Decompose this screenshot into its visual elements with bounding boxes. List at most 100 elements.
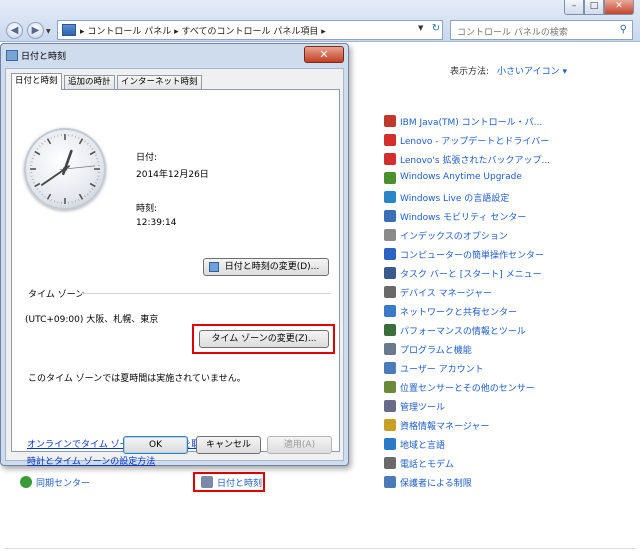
admin-tools-icon [384, 400, 396, 412]
clock-minute-tick [41, 193, 44, 196]
breadcrumb[interactable]: ▸ コントロール パネル ▸ すべてのコントロール パネル項目 ▸ [80, 24, 326, 37]
taskbar-icon [384, 267, 396, 279]
clock-minute-tick [32, 182, 35, 184]
clock-minute-tick [86, 193, 89, 196]
clock-minute-tick [41, 142, 44, 145]
address-dropdown-icon[interactable]: ▼ [418, 24, 423, 32]
time-label: 時刻: [136, 204, 158, 214]
clock-minute-tick [32, 154, 35, 156]
highlight-date-time-item [193, 472, 265, 492]
region-language-icon [384, 438, 396, 450]
clock-minute-tick [36, 188, 39, 190]
recent-pages-dropdown-icon[interactable]: ▼ [46, 28, 51, 35]
close-button[interactable]: ✕ [604, 0, 634, 15]
performance-icon [384, 324, 396, 336]
control-panel-item-label: Lenovo's 拡張されたバックアップ... [400, 156, 551, 166]
parental-controls-icon [384, 476, 396, 488]
control-panel-item-label: タスク バーと [スタート] メニュー [400, 270, 542, 280]
refresh-icon[interactable]: ↻ [428, 21, 444, 38]
date-label: 日付: [136, 153, 158, 163]
minimize-button[interactable]: – [564, 0, 584, 15]
timezone-heading: タイム ゾーン [28, 290, 85, 300]
control-panel-item-label: 資格情報マネージャー [400, 422, 490, 432]
tab-internet-time[interactable]: インターネット時刻 [117, 75, 202, 90]
divider [4, 548, 636, 549]
control-panel-item-label: 管理ツール [400, 403, 446, 413]
clock-minute-tick [44, 195, 46, 198]
clock-minute-tick [53, 135, 56, 138]
change-date-time-button[interactable]: 日付と時刻の変更(D)... [203, 258, 329, 276]
ok-button[interactable]: OK [123, 436, 188, 454]
clock-minute-tick [50, 136, 52, 139]
clock-minute-tick [31, 157, 34, 160]
sync-center-label: 同期センター [36, 479, 91, 489]
clock-minute-tick [95, 154, 98, 156]
control-panel-item-label: デバイス マネージャー [400, 289, 492, 299]
date-value: 2014年12月26日 [136, 170, 209, 180]
sync-center-icon [20, 476, 32, 488]
clock-minute-tick [84, 140, 86, 143]
clock-minute-tick [96, 178, 99, 181]
control-panel-item-label: IBM Java(TM) コントロール・パ... [400, 118, 543, 128]
view-by-dropdown[interactable]: 小さいアイコン ▾ [497, 67, 567, 77]
control-panel-item-label: Windows モビリティ センター [400, 213, 527, 223]
clock-minute-tick [31, 178, 34, 181]
user-accounts-icon [384, 362, 396, 374]
dialog-close-button[interactable]: ✕ [304, 46, 344, 63]
change-date-time-label: 日付と時刻の変更(D)... [224, 262, 320, 272]
shield-icon [209, 262, 219, 272]
clock-minute-tick [78, 136, 80, 139]
clock-minute-tick [53, 200, 56, 203]
control-panel-item-label: 電話とモデム [400, 460, 454, 470]
back-arrow-icon[interactable]: ◀ [6, 22, 23, 39]
programs-icon [384, 343, 396, 355]
clock-minute-tick [74, 135, 77, 138]
analog-clock [24, 128, 106, 210]
dialog-title: 日付と時刻 [21, 52, 67, 62]
forward-arrow-icon[interactable]: ▶ [27, 22, 44, 39]
highlight-change-timezone [192, 324, 335, 354]
windows-live-icon [384, 191, 396, 203]
view-by-label: 表示方法: [450, 67, 490, 77]
control-panel-item-label: 保護者による制限 [400, 479, 472, 489]
control-panel-item-label: Windows Anytime Upgrade [400, 172, 522, 182]
tab-date-time[interactable]: 日付と時刻 [11, 73, 62, 90]
control-panel-item-label: プログラムと機能 [400, 346, 472, 356]
control-panel-item-label: 地域と言語 [400, 441, 446, 451]
date-time-dialog: 日付と時刻 ✕ 日付と時刻 追加の時計 インターネット時刻 日付: 2014年1… [0, 43, 349, 467]
clock-hour-tick [78, 193, 84, 200]
clock-minute-tick [84, 195, 86, 198]
tab-additional-clocks[interactable]: 追加の時計 [64, 75, 115, 90]
cancel-button[interactable]: キャンセル [196, 436, 261, 454]
control-panel-item-label: Lenovo - アップデートとドライバー [400, 137, 550, 147]
clock-minute-tick [86, 142, 89, 145]
clock-minute-tick [91, 148, 94, 150]
divider [82, 293, 331, 294]
sensors-icon [384, 381, 396, 393]
apply-button[interactable]: 適用(A) [267, 436, 332, 454]
control-panel-item-label: 位置センサーとその他のセンサー [400, 384, 535, 394]
lenovo-update-icon [384, 134, 396, 146]
index-options-icon [384, 229, 396, 241]
search-input[interactable]: コントロール パネルの検索 ⚲ [450, 20, 633, 40]
search-icon[interactable]: ⚲ [620, 24, 627, 35]
dst-note: このタイム ゾーンでは夏時間は実施されていません。 [28, 374, 246, 384]
address-bar[interactable]: ▸ コントロール パネル ▸ すべてのコントロール パネル項目 ▸ [57, 20, 443, 40]
clock-face [30, 134, 100, 204]
windows-flag-icon [384, 172, 396, 184]
clock-minute-tick [78, 199, 80, 202]
settings-help-link[interactable]: 時計とタイム ゾーンの設定方法 [27, 454, 155, 467]
clock-minute-tick [95, 182, 98, 184]
clock-minute-tick [38, 190, 41, 193]
clock-hour-tick [89, 182, 96, 188]
clock-hour-tick [89, 150, 96, 156]
time-value: 12:39:14 [136, 218, 177, 228]
clock-minute-tick [36, 148, 39, 150]
mobility-center-icon [384, 210, 396, 222]
clock-hour-tick [34, 182, 41, 188]
clock-minute-tick [74, 200, 77, 203]
clock-hour-tick [34, 150, 41, 156]
maximize-button[interactable]: □ [584, 0, 604, 15]
search-placeholder: コントロール パネルの検索 [457, 28, 568, 38]
clock-minute-tick [91, 188, 94, 190]
